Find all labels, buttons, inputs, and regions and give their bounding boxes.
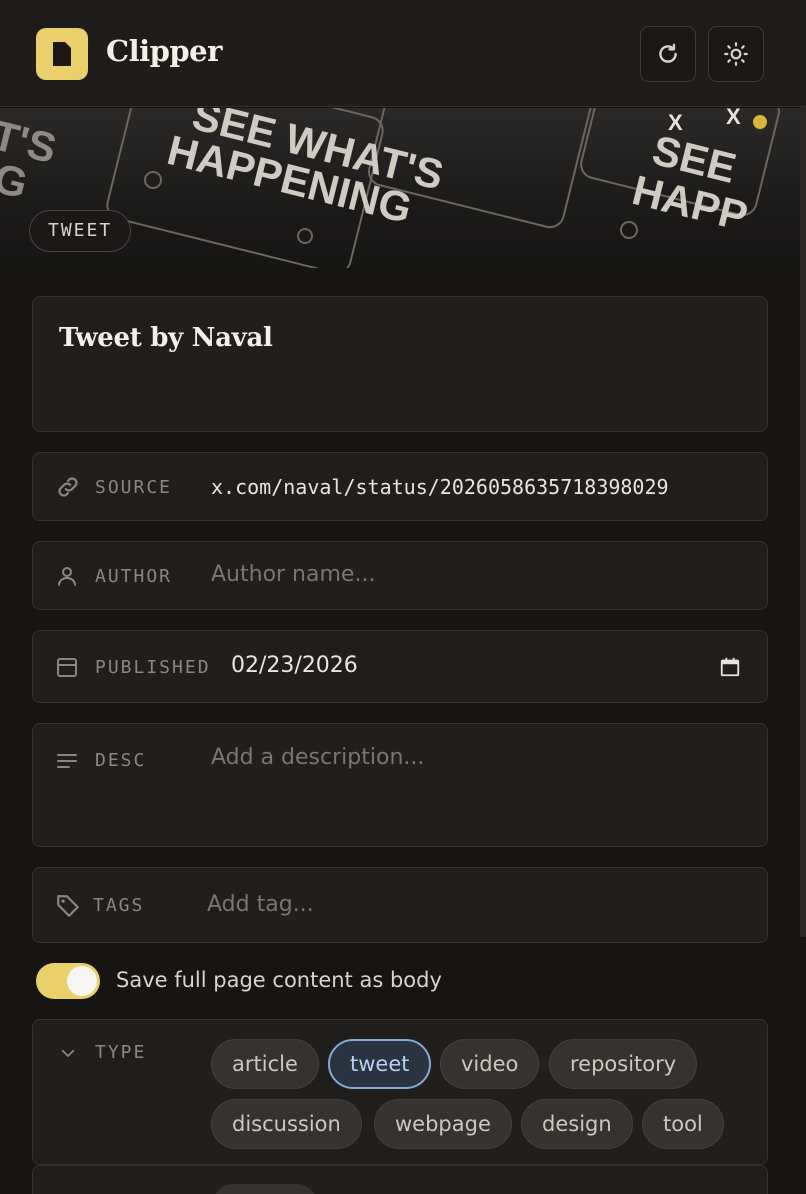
type-section: TYPE article tweet video repository disc…	[32, 1019, 768, 1165]
scrollbar[interactable]	[800, 107, 806, 937]
tag-icon	[57, 895, 79, 917]
author-input[interactable]: Author name...	[211, 562, 375, 587]
type-chip-tool[interactable]: tool	[642, 1099, 724, 1149]
theme-toggle-button[interactable]	[708, 26, 764, 82]
description-field[interactable]: DESC Add a description...	[32, 723, 768, 847]
type-chip-discussion[interactable]: discussion	[211, 1099, 362, 1149]
app-logo	[36, 28, 88, 80]
link-icon	[58, 477, 78, 497]
lines-icon	[57, 754, 77, 768]
description-input[interactable]: Add a description...	[211, 745, 424, 770]
svg-text:X: X	[726, 108, 741, 129]
desc-label: DESC	[95, 750, 147, 771]
published-field[interactable]: PUBLISHED 02/23/2026	[32, 630, 768, 703]
sun-icon	[724, 42, 748, 66]
published-date-input[interactable]: 02/23/2026	[231, 653, 358, 678]
type-chip-repository[interactable]: repository	[549, 1039, 698, 1089]
author-label: AUTHOR	[95, 566, 173, 587]
type-chip-design[interactable]: design	[521, 1099, 633, 1149]
tag-input[interactable]: Add tag...	[207, 892, 314, 917]
refresh-icon	[659, 43, 677, 63]
app-header: Clipper	[0, 0, 806, 107]
user-icon	[58, 567, 76, 586]
note-icon	[53, 42, 71, 66]
type-chip-article[interactable]: article	[211, 1039, 319, 1089]
date-picker-icon[interactable]	[719, 656, 741, 678]
save-content-label: Save full page content as body	[116, 968, 442, 992]
next-section	[32, 1165, 768, 1194]
save-content-toggle[interactable]	[36, 963, 100, 999]
svg-text:X: X	[668, 110, 683, 135]
tags-label: TAGS	[93, 895, 145, 916]
type-chip-webpage[interactable]: webpage	[374, 1099, 512, 1149]
next-section-chip[interactable]	[213, 1184, 317, 1194]
toggle-knob	[67, 966, 97, 996]
note-title[interactable]: Tweet by Naval	[59, 323, 273, 353]
type-label: TYPE	[95, 1042, 147, 1063]
source-label: SOURCE	[95, 477, 173, 498]
type-badge: TWEET	[29, 210, 132, 252]
calendar-icon	[57, 658, 77, 677]
source-value[interactable]: x.com/naval/status/2026058635718398029	[211, 475, 669, 499]
type-chip-video[interactable]: video	[440, 1039, 540, 1089]
refresh-button[interactable]	[640, 26, 696, 82]
title-field[interactable]: Tweet by Naval	[32, 296, 768, 432]
app-title: Clipper	[106, 34, 222, 68]
published-label: PUBLISHED	[95, 657, 211, 678]
chevron-down-icon[interactable]	[59, 1044, 77, 1062]
source-field[interactable]: SOURCE x.com/naval/status/20260586357183…	[32, 452, 768, 521]
tags-field[interactable]: TAGS Add tag...	[32, 867, 768, 943]
type-chip-tweet[interactable]: tweet	[328, 1039, 432, 1089]
author-field[interactable]: AUTHOR Author name...	[32, 541, 768, 610]
